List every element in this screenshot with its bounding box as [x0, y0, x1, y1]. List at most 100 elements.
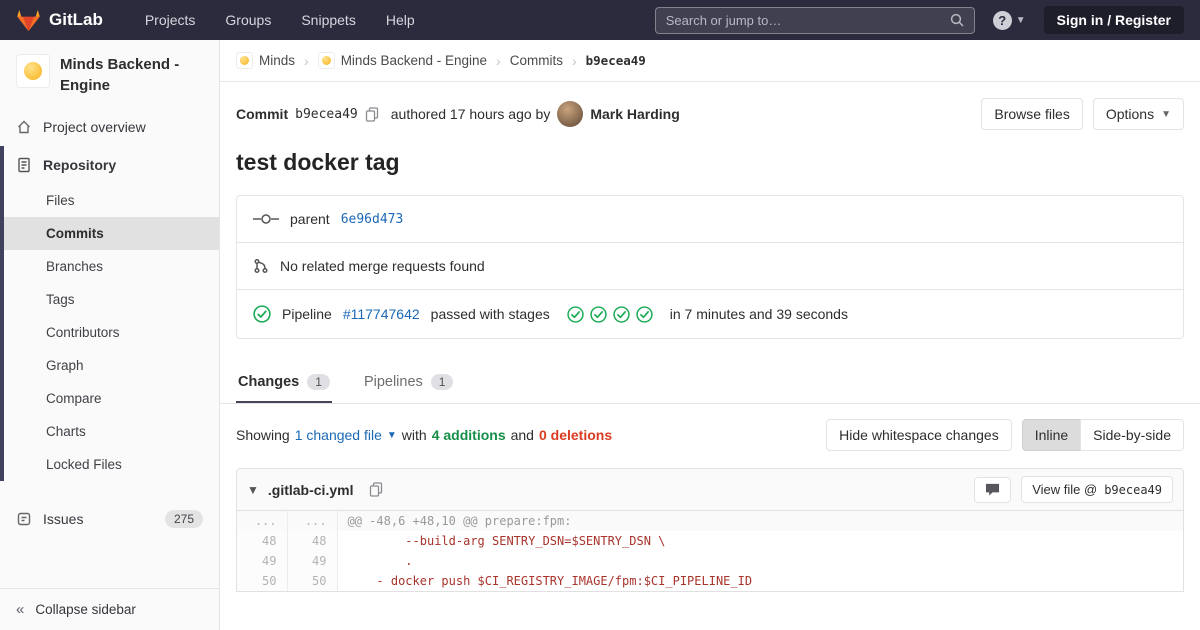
issues-count-badge: 275 [165, 510, 203, 528]
copy-sha-button[interactable] [365, 107, 379, 122]
author-avatar[interactable] [557, 101, 583, 127]
side-by-side-label: Side-by-side [1093, 427, 1171, 443]
search-icon [950, 13, 964, 27]
sidebar-item-compare[interactable]: Compare [4, 382, 219, 415]
group-avatar [236, 52, 253, 69]
browse-files-button[interactable]: Browse files [981, 98, 1082, 130]
chevron-down-icon: ▼ [1016, 15, 1026, 26]
commit-actions: Browse files Options ▼ [981, 98, 1184, 130]
side-by-side-view-button[interactable]: Side-by-side [1080, 419, 1184, 451]
sidebar-item-files[interactable]: Files [4, 184, 219, 217]
pipeline-id-link[interactable]: #117747642 [343, 306, 420, 322]
breadcrumb-project[interactable]: Minds Backend - Engine [318, 52, 487, 69]
pipeline-duration: in 7 minutes and 39 seconds [670, 306, 848, 322]
tab-changes[interactable]: Changes 1 [236, 361, 332, 403]
diff-file-header: ▼ .gitlab-ci.yml View file @ b9ecea49 [237, 469, 1183, 511]
pipeline-stage-passed-icon[interactable] [613, 306, 630, 323]
nav-item-groups[interactable]: Groups [225, 12, 271, 28]
diff-mode-toggle: Inline Side-by-side [1022, 419, 1184, 451]
nav-menu: Projects Groups Snippets Help [145, 12, 415, 28]
hide-whitespace-button[interactable]: Hide whitespace changes [826, 419, 1012, 451]
with-label: with [402, 427, 427, 443]
hide-whitespace-label: Hide whitespace changes [839, 427, 999, 443]
breadcrumb-group[interactable]: Minds [236, 52, 295, 69]
new-line-number: ... [287, 511, 337, 531]
tab-label: Changes [238, 374, 299, 390]
breadcrumb-separator: › [304, 53, 309, 69]
new-line-number[interactable]: 50 [287, 571, 337, 591]
new-line-number[interactable]: 49 [287, 551, 337, 571]
global-search[interactable] [655, 7, 975, 34]
sidebar-item-graph[interactable]: Graph [4, 349, 219, 382]
sidebar-item-repository[interactable]: Repository [4, 146, 219, 184]
commit-tabs: Changes 1 Pipelines 1 [220, 361, 1200, 404]
toggle-comments-button[interactable] [974, 477, 1011, 503]
tanuki-icon [16, 8, 41, 32]
old-line-number[interactable]: 49 [237, 551, 287, 571]
pipeline-stage-passed-icon[interactable] [567, 306, 584, 323]
sidebar-item-branches[interactable]: Branches [4, 250, 219, 283]
diff-file-name[interactable]: .gitlab-ci.yml [268, 482, 354, 498]
diff-hunk-row: ... ... @@ -48,6 +48,10 @@ prepare:fpm: [237, 511, 1183, 531]
parent-sha-link[interactable]: 6e96d473 [341, 212, 404, 227]
project-header-link[interactable]: Minds Backend - Engine [0, 40, 219, 108]
sidebar-item-locked-files[interactable]: Locked Files [4, 448, 219, 481]
old-line-number[interactable]: 48 [237, 531, 287, 551]
diff-file-actions: View file @ b9ecea49 [974, 476, 1173, 503]
options-dropdown-button[interactable]: Options ▼ [1093, 98, 1184, 130]
project-avatar [16, 54, 50, 88]
sidebar-item-tags[interactable]: Tags [4, 283, 219, 316]
pipeline-row: Pipeline #117747642 passed with stages [237, 290, 1183, 338]
home-icon [16, 119, 32, 135]
project-crumb-avatar [318, 52, 335, 69]
help-dropdown[interactable]: ? ▼ [993, 11, 1026, 30]
related-mr-text: No related merge requests found [280, 258, 485, 274]
pipeline-stage-passed-icon[interactable] [636, 306, 653, 323]
nav-item-snippets[interactable]: Snippets [301, 12, 355, 28]
nav-item-help[interactable]: Help [386, 12, 415, 28]
old-line-number: ... [237, 511, 287, 531]
sidebar-item-contributors[interactable]: Contributors [4, 316, 219, 349]
related-mr-row: No related merge requests found [237, 243, 1183, 290]
tab-pipelines[interactable]: Pipelines 1 [362, 361, 456, 403]
commit-message-title: test docker tag [220, 134, 1200, 195]
breadcrumb: Minds › Minds Backend - Engine › Commits… [220, 40, 1200, 82]
sidebar-item-issues[interactable]: Issues 275 [0, 499, 219, 539]
breadcrumb-separator: › [496, 53, 501, 69]
view-file-sha: b9ecea49 [1104, 483, 1162, 497]
changed-files-dropdown[interactable]: 1 changed file ▼ [295, 427, 397, 443]
sidebar-item-label: Repository [43, 157, 116, 173]
nav-item-projects[interactable]: Projects [145, 12, 196, 28]
inline-view-button[interactable]: Inline [1022, 419, 1081, 451]
status-passed-icon[interactable] [253, 305, 271, 323]
copy-file-path-button[interactable] [369, 482, 383, 497]
hunk-header-text: @@ -48,6 +48,10 @@ prepare:fpm: [337, 511, 1183, 531]
brand-name: GitLab [49, 10, 103, 30]
sidebar-item-label: Project overview [43, 119, 146, 135]
old-line-number[interactable]: 50 [237, 571, 287, 591]
gitlab-home-link[interactable]: GitLab [16, 8, 103, 32]
author-name[interactable]: Mark Harding [590, 106, 679, 122]
collapse-sidebar-button[interactable]: « Collapse sidebar [0, 588, 219, 630]
sidebar-item-commits[interactable]: Commits [4, 217, 219, 250]
changes-summary-bar: Showing 1 changed file ▼ with 4 addition… [220, 404, 1200, 466]
parent-label: parent [290, 211, 330, 227]
showing-label: Showing [236, 427, 290, 443]
diff-row: 48 48 --build-arg SENTRY_DSN=$SENTRY_DSN… [237, 531, 1183, 551]
pipeline-mini-graph [567, 306, 653, 323]
sidebar-section-repository: Repository Files Commits Branches Tags C… [0, 146, 219, 481]
pipeline-stage-passed-icon[interactable] [590, 306, 607, 323]
authored-text: authored 17 hours ago by [391, 106, 551, 122]
commit-meta-row: Commit b9ecea49 authored 17 hours ago by… [220, 82, 1200, 134]
sidebar-item-charts[interactable]: Charts [4, 415, 219, 448]
sign-in-button[interactable]: Sign in / Register [1044, 6, 1184, 34]
breadcrumb-commits[interactable]: Commits [510, 53, 563, 68]
view-file-button[interactable]: View file @ b9ecea49 [1021, 476, 1173, 503]
diff-row: 50 50 - docker push $CI_REGISTRY_IMAGE/f… [237, 571, 1183, 591]
collapse-diff-icon[interactable]: ▼ [247, 483, 259, 497]
sidebar-item-project-overview[interactable]: Project overview [0, 108, 219, 146]
comment-icon [985, 483, 1000, 497]
search-input[interactable] [666, 13, 950, 28]
repository-subnav: Files Commits Branches Tags Contributors… [4, 184, 219, 481]
new-line-number[interactable]: 48 [287, 531, 337, 551]
